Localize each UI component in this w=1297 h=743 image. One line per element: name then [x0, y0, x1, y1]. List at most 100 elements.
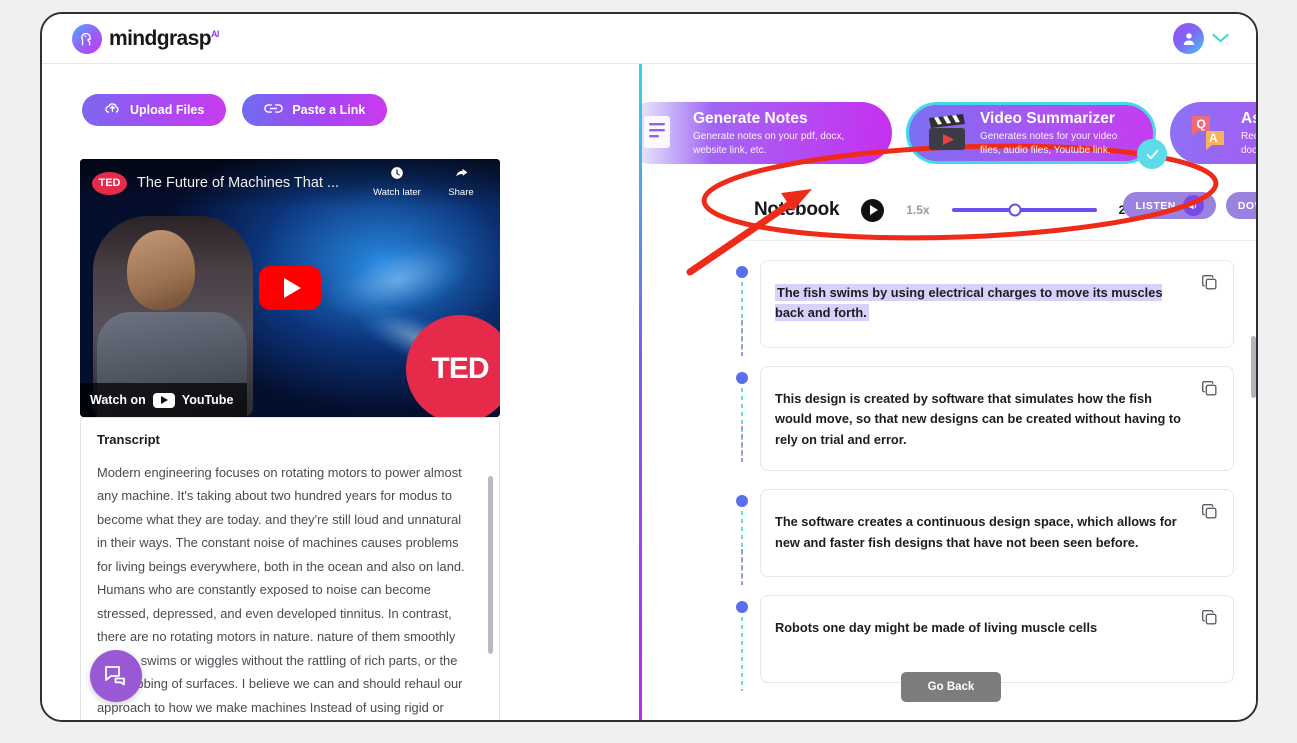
timeline-line-lower: [741, 320, 743, 358]
app-window: mindgraspAI Upload Files Paste a Link TE…: [40, 12, 1258, 722]
youtube-logo-icon: [152, 392, 175, 408]
copy-icon[interactable]: [1200, 502, 1219, 526]
ask-a-question-text: Ask a Question Receive answers to your d…: [1241, 109, 1258, 157]
speaker-head: [126, 229, 195, 310]
brand-name: mindgraspAI: [109, 26, 219, 50]
watch-on-label: Watch on: [90, 393, 146, 407]
feature-cards: Generate Notes Generate notes on your pd…: [642, 102, 1258, 169]
document-notes-icon: [642, 112, 682, 154]
transcript-heading: Transcript: [97, 432, 160, 447]
video-title[interactable]: The Future of Machines That ...: [137, 175, 360, 191]
check-badge-icon: [1137, 139, 1167, 169]
note-text: This design is created by software that …: [775, 391, 1182, 447]
playback-speed-label[interactable]: 1.5x: [906, 203, 929, 217]
notes-list: The fish swims by using electrical charg…: [734, 260, 1234, 701]
note-row: Robots one day might be made of living m…: [734, 595, 1234, 692]
listen-label: LISTEN: [1135, 199, 1176, 212]
note-card[interactable]: This design is created by software that …: [760, 366, 1234, 472]
download-label: DOWNL: [1237, 199, 1256, 212]
note-row: The fish swims by using electrical charg…: [734, 260, 1234, 358]
go-back-button[interactable]: Go Back: [901, 672, 1001, 702]
qa-bubbles-icon: Q A: [1186, 112, 1230, 154]
transcript-panel: Transcript Modern engineering focuses on…: [80, 417, 500, 720]
download-button[interactable]: DOWNL: [1225, 192, 1256, 219]
generate-notes-text: Generate Notes Generate notes on your pd…: [693, 109, 876, 157]
q-label: Q: [1197, 117, 1206, 131]
youtube-label: YouTube: [181, 393, 234, 407]
right-pane: Generate Notes Generate notes on your pd…: [642, 64, 1258, 720]
playback-slider[interactable]: [951, 203, 1097, 217]
clapperboard-icon: [925, 112, 969, 154]
notes-scrollbar[interactable]: [1251, 336, 1256, 398]
user-menu[interactable]: [1173, 23, 1230, 54]
link-icon: [264, 101, 284, 119]
timeline-rail: [734, 489, 760, 588]
timeline-line-lower: [741, 549, 743, 588]
generate-notes-card[interactable]: Generate Notes Generate notes on your pd…: [642, 102, 892, 164]
transcript-scrollbar[interactable]: [488, 476, 493, 654]
play-circle-icon[interactable]: [861, 198, 885, 222]
brand-superscript: AI: [210, 28, 219, 39]
brand-logo[interactable]: mindgraspAI: [72, 23, 219, 54]
head-profile-icon: [72, 23, 102, 54]
share-button[interactable]: Share: [434, 165, 488, 200]
generate-notes-title: Generate Notes: [693, 109, 808, 127]
note-text: Robots one day might be made of living m…: [775, 620, 1098, 636]
watch-on-youtube-button[interactable]: Watch on YouTube: [80, 383, 248, 417]
generate-notes-subtitle: Generate notes on your pdf, docx, websit…: [693, 131, 845, 156]
chat-bubble-icon[interactable]: [90, 650, 142, 702]
transcript-body: Modern engineering focuses on rotating m…: [97, 465, 465, 715]
notebook-title: Notebook: [754, 199, 840, 220]
video-summarizer-title: Video Summarizer: [980, 109, 1115, 127]
note-card[interactable]: The software creates a continuous design…: [760, 489, 1234, 578]
timeline-dot: [736, 372, 748, 384]
note-card[interactable]: The fish swims by using electrical charg…: [760, 260, 1234, 348]
upload-files-button[interactable]: Upload Files: [82, 94, 227, 126]
clock-icon: [370, 165, 424, 186]
video-player[interactable]: TED TED The Future of Machines That ... …: [80, 159, 500, 417]
notebook-actions: LISTEN DOWNL: [1123, 192, 1256, 219]
ted-channel-badge[interactable]: TED: [92, 171, 127, 195]
copy-icon[interactable]: [1200, 379, 1219, 403]
paste-link-label: Paste a Link: [292, 103, 366, 117]
go-back-row: Go Back: [642, 672, 1256, 702]
watch-later-button[interactable]: Watch later: [370, 165, 424, 200]
paste-link-button[interactable]: Paste a Link: [242, 94, 388, 126]
timeline-rail: [734, 595, 760, 692]
toolbar-divider: [734, 240, 1256, 241]
speaker-icon: [1182, 195, 1204, 216]
note-text: The fish swims by using electrical charg…: [775, 284, 1163, 322]
note-row: The software creates a continuous design…: [734, 489, 1234, 588]
source-actions: Upload Files Paste a Link: [42, 64, 639, 126]
video-summarizer-subtitle: Generates notes for your video files, au…: [980, 131, 1118, 156]
watch-later-label: Watch later: [373, 187, 421, 199]
note-row: This design is created by software that …: [734, 366, 1234, 472]
note-text: The software creates a continuous design…: [775, 514, 1177, 550]
timeline-dot: [736, 601, 748, 614]
timeline-rail: [734, 366, 760, 471]
user-avatar-icon[interactable]: [1173, 23, 1204, 54]
ask-a-question-subtitle: Receive answers to your documents and so…: [1241, 131, 1258, 156]
timeline-dot: [736, 266, 748, 278]
video-summarizer-card[interactable]: Video Summarizer Generates notes for you…: [906, 102, 1167, 169]
left-pane: Upload Files Paste a Link TED TED The Fu…: [42, 64, 639, 720]
timeline-line-lower: [741, 426, 743, 464]
share-label: Share: [448, 187, 474, 199]
chevron-down-icon[interactable]: [1211, 30, 1230, 47]
timeline-dot: [736, 495, 748, 508]
copy-icon[interactable]: [1200, 273, 1219, 297]
video-top-overlay: TED The Future of Machines That ... Watc…: [80, 159, 500, 207]
note-card[interactable]: Robots one day might be made of living m…: [760, 595, 1234, 684]
listen-button[interactable]: LISTEN: [1123, 192, 1216, 219]
a-label: A: [1209, 131, 1218, 145]
cloud-upload-icon: [104, 100, 121, 120]
youtube-play-icon[interactable]: [259, 266, 321, 310]
share-arrow-icon: [434, 165, 488, 186]
ask-a-question-card[interactable]: Q A Ask a Question Receive answers to yo…: [1170, 102, 1258, 164]
slider-knob[interactable]: [1008, 203, 1022, 217]
upload-files-label: Upload Files: [130, 103, 205, 117]
timeline-rail: [734, 260, 760, 358]
ask-a-question-title: Ask a Question: [1241, 109, 1256, 127]
copy-icon[interactable]: [1200, 608, 1219, 632]
app-header: mindgraspAI: [42, 14, 1256, 64]
